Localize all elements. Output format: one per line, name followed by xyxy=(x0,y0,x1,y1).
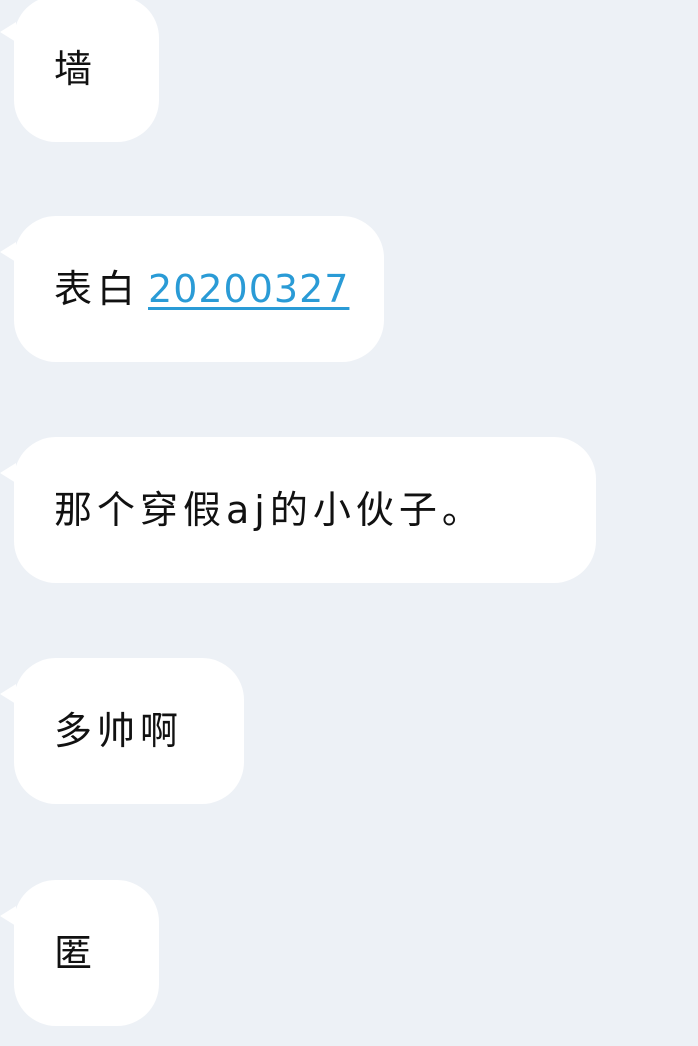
chat-message-list: 墙 表白 20200327 那个穿假aj的小伙子。 多帅啊 匿 xyxy=(0,0,698,1046)
message-bubble[interactable]: 表白 20200327 xyxy=(0,216,384,362)
message-bubble[interactable]: 多帅啊 xyxy=(0,658,244,804)
message-text: 那个穿假aj的小伙子。 xyxy=(54,488,485,532)
message-link[interactable]: 20200327 xyxy=(148,267,349,311)
message-text: 多帅啊 xyxy=(54,709,184,753)
message-bubble[interactable]: 那个穿假aj的小伙子。 xyxy=(0,437,596,583)
bubble-tail xyxy=(0,463,16,483)
bubble-tail xyxy=(0,22,16,42)
message-text: 墙 xyxy=(54,47,98,91)
message-bubble[interactable]: 匿 xyxy=(0,880,159,1026)
bubble-tail xyxy=(0,684,16,704)
message-bubble[interactable]: 墙 xyxy=(0,0,159,142)
bubble-tail xyxy=(0,906,16,926)
bubble-tail xyxy=(0,242,16,262)
message-text: 匿 xyxy=(54,931,98,975)
message-text: 表白 xyxy=(54,267,141,311)
